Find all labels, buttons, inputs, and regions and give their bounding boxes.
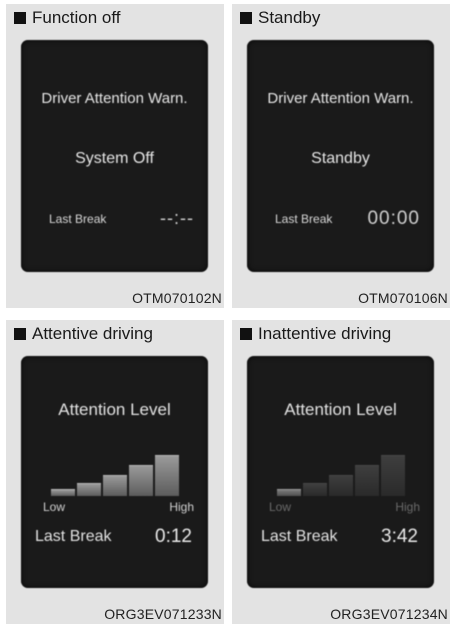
panel-standby: Standby Driver Attention Warn. Standby L…: [232, 4, 450, 308]
attention-bar-2: [303, 483, 327, 496]
cluster-screen: Attention Level Low High Last Break 3:42: [247, 356, 434, 588]
screen-title: Driver Attention Warn.: [267, 90, 414, 107]
last-break-time: 0:12: [155, 526, 192, 547]
cluster-screen: Driver Attention Warn. Standby Last Brea…: [247, 40, 434, 272]
attention-bar-4: [129, 465, 153, 496]
figure-grid: Function off Driver Attention Warn. Syst…: [0, 0, 450, 628]
last-break-label: Last Break: [261, 528, 338, 545]
screen-status: System Off: [75, 150, 154, 167]
attention-level-bars: [277, 448, 409, 496]
panel-attentive-driving: Attentive driving Attention Level Low Hi…: [6, 320, 224, 624]
attention-bar-5: [155, 455, 179, 496]
low-label: Low: [269, 500, 292, 514]
attention-bar-4: [355, 465, 379, 496]
high-label: High: [395, 500, 420, 514]
screen-title: Attention Level: [284, 400, 397, 419]
screen-title: Driver Attention Warn.: [41, 90, 188, 107]
square-bullet-icon: [14, 12, 26, 24]
attention-bar-5: [381, 455, 405, 496]
low-label: Low: [43, 500, 66, 514]
square-bullet-icon: [14, 328, 26, 340]
panel-function-off: Function off Driver Attention Warn. Syst…: [6, 4, 224, 308]
last-break-label: Last Break: [275, 212, 333, 226]
square-bullet-icon: [240, 328, 252, 340]
last-break-label: Last Break: [35, 528, 112, 545]
figure-code: OTM070102N: [132, 290, 222, 306]
figure-code: ORG3EV071233N: [104, 606, 222, 622]
high-label: High: [169, 500, 194, 514]
square-bullet-icon: [240, 12, 252, 24]
attention-bar-2: [77, 483, 101, 496]
attention-level-bars: [51, 448, 183, 496]
attention-bar-1: [277, 489, 301, 496]
attention-bar-3: [103, 475, 127, 496]
panel-caption: Attentive driving: [14, 324, 153, 344]
screen-title: Attention Level: [58, 400, 171, 419]
screen-status: Standby: [311, 150, 370, 167]
last-break-time: 00:00: [367, 208, 420, 229]
cluster-screen: Attention Level Low High Last Break 0:12: [21, 356, 208, 588]
cluster-screen: Driver Attention Warn. System Off Last B…: [21, 40, 208, 272]
panel-caption: Function off: [14, 8, 121, 28]
caption-text: Function off: [32, 8, 121, 27]
caption-text: Attentive driving: [32, 324, 153, 343]
caption-text: Standby: [258, 8, 321, 27]
caption-text: Inattentive driving: [258, 324, 392, 343]
last-break-time: 3:42: [381, 526, 418, 547]
figure-code: ORG3EV071234N: [330, 606, 448, 622]
panel-caption: Standby: [240, 8, 320, 28]
attention-bar-3: [329, 475, 353, 496]
attention-bar-1: [51, 489, 75, 496]
last-break-time: --:--: [160, 208, 194, 228]
last-break-label: Last Break: [49, 212, 107, 226]
panel-caption: Inattentive driving: [240, 324, 391, 344]
figure-code: OTM070106N: [358, 290, 448, 306]
panel-inattentive-driving: Inattentive driving Attention Level Low …: [232, 320, 450, 624]
